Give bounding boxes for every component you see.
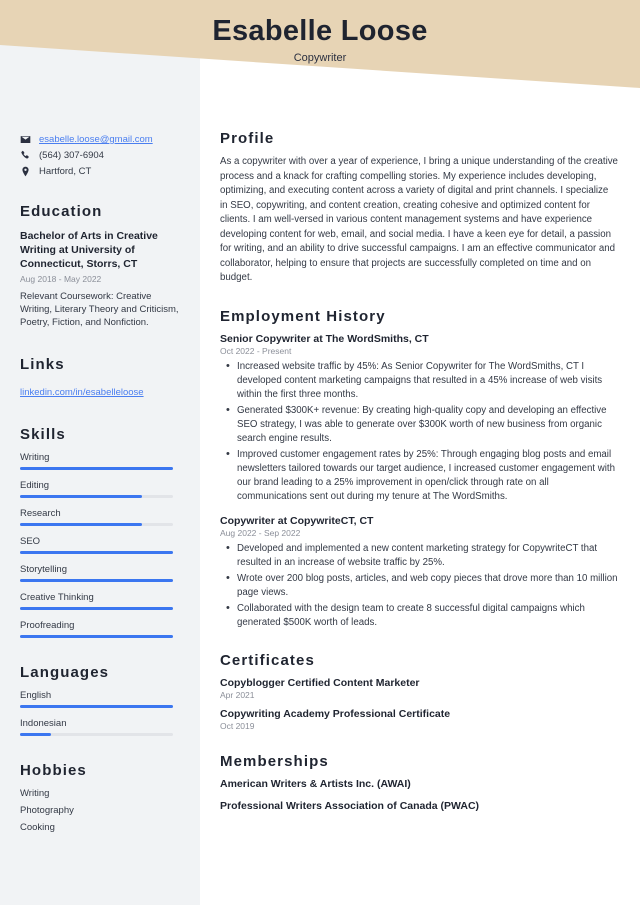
skill-item: Storytelling: [20, 564, 180, 582]
skill-item: Editing: [20, 480, 180, 498]
link-item-linkedin[interactable]: linkedin.com/in/esabelleloose: [20, 387, 144, 398]
hobby-item: Writing: [20, 787, 50, 799]
skill-level-track: [20, 550, 173, 554]
job-date: Aug 2022 - Sep 2022: [220, 527, 301, 538]
language-level-fill: [20, 732, 51, 736]
certificate-entry: Copyblogger Certified Content Marketer Ap…: [220, 677, 618, 700]
languages-list: English Indonesian: [20, 690, 180, 736]
skill-level-track: [20, 578, 173, 582]
skill-label: Creative Thinking: [20, 591, 94, 603]
contact-location-row: Hartford, CT: [20, 166, 180, 177]
profile-section: Profile As a copywriter with over a year…: [220, 130, 618, 286]
contact-phone-row: (564) 307-6904: [20, 150, 180, 161]
contact-email-row[interactable]: esabelle.loose@gmail.com: [20, 134, 180, 145]
certificate-name: Copyblogger Certified Content Marketer: [220, 676, 420, 689]
certificate-entry: Copywriting Academy Professional Certifi…: [220, 708, 618, 731]
skill-item: Writing: [20, 452, 180, 470]
profile-heading: Profile: [220, 130, 275, 147]
certificate-date: Oct 2019: [220, 720, 255, 731]
memberships-heading: Memberships: [220, 752, 329, 770]
job-bullet: Wrote over 200 blog posts, articles, and…: [220, 571, 618, 600]
skill-item: Creative Thinking: [20, 592, 180, 610]
skill-label: Writing: [20, 451, 50, 463]
language-level-track: [20, 732, 173, 736]
skill-label: Proofreading: [20, 619, 75, 631]
certificate-name: Copywriting Academy Professional Certifi…: [220, 707, 451, 720]
skill-level-track: [20, 522, 173, 526]
employment-section: Employment History Senior Copywriter at …: [220, 308, 618, 630]
skills-heading: Skills: [20, 425, 66, 443]
hobby-item: Photography: [20, 804, 74, 816]
education-date: Aug 2018 - May 2022: [20, 273, 102, 284]
language-level-track: [20, 704, 173, 708]
certificates-section: Certificates Copyblogger Certified Conte…: [220, 652, 618, 731]
contact-email-link[interactable]: esabelle.loose@gmail.com: [39, 134, 153, 145]
skill-level-track: [20, 606, 173, 610]
language-label: Indonesian: [20, 717, 67, 729]
memberships-list: American Writers & Artists Inc. (AWAI) Pr…: [220, 778, 618, 812]
skill-level-track: [20, 634, 173, 638]
job-title: Copywriter at CopywriteCT, CT: [220, 514, 374, 527]
job-bullet: Improved customer engagement rates by 25…: [220, 447, 618, 504]
skill-level-track: [20, 466, 173, 470]
links-heading: Links: [20, 355, 65, 373]
hobbies-heading: Hobbies: [20, 761, 87, 779]
main-column: Profile As a copywriter with over a year…: [200, 0, 640, 822]
jobs-list: Senior Copywriter at The WordSmiths, CT O…: [220, 333, 618, 630]
skill-level-fill: [20, 578, 173, 582]
education-entry: Bachelor of Arts in Creative Writing at …: [20, 229, 180, 330]
skill-item: Proofreading: [20, 620, 180, 638]
language-item: Indonesian: [20, 718, 180, 736]
employment-heading: Employment History: [220, 307, 386, 325]
certificate-date: Apr 2021: [220, 689, 255, 700]
certificates-heading: Certificates: [220, 651, 315, 669]
membership-item: Professional Writers Association of Cana…: [220, 799, 480, 812]
job-bullet: Generated $300K+ revenue: By creating hi…: [220, 403, 618, 446]
languages-heading: Languages: [20, 663, 110, 681]
job-title: Senior Copywriter at The WordSmiths, CT: [220, 332, 429, 345]
membership-item: American Writers & Artists Inc. (AWAI): [220, 777, 411, 790]
skill-level-fill: [20, 634, 173, 638]
skill-label: Research: [20, 507, 61, 519]
certificates-list: Copyblogger Certified Content Marketer Ap…: [220, 677, 618, 731]
language-item: English: [20, 690, 180, 708]
contact-block: esabelle.loose@gmail.com (564) 307-6904 …: [20, 134, 180, 177]
job-bullet-list: Increased website traffic by 45%: As Sen…: [220, 359, 618, 505]
envelope-icon: [20, 134, 34, 145]
job-bullet: Increased website traffic by 45%: As Sen…: [220, 359, 618, 402]
language-level-fill: [20, 704, 173, 708]
skills-list: Writing Editing Research SEO Storytelling Cre…: [20, 452, 180, 638]
education-description: Relevant Coursework: Creative Writing, L…: [20, 290, 179, 329]
skill-level-fill: [20, 606, 173, 610]
skill-label: Storytelling: [20, 563, 67, 575]
hobby-item: Cooking: [20, 821, 55, 833]
language-label: English: [20, 689, 52, 701]
job-entry: Copywriter at CopywriteCT, CT Aug 2022 - …: [220, 515, 618, 630]
job-entry: Senior Copywriter at The WordSmiths, CT O…: [220, 333, 618, 505]
skill-item: Research: [20, 508, 180, 526]
skill-label: SEO: [20, 535, 41, 547]
memberships-section: Memberships American Writers & Artists I…: [220, 753, 618, 812]
contact-phone-text: (564) 307-6904: [39, 150, 104, 161]
skill-item: SEO: [20, 536, 180, 554]
job-bullet: Collaborated with the design team to cre…: [220, 601, 618, 630]
profile-text: As a copywriter with over a year of expe…: [220, 156, 618, 284]
education-degree: Bachelor of Arts in Creative Writing at …: [20, 230, 158, 271]
job-bullet: Developed and implemented a new content …: [220, 541, 618, 570]
skill-level-fill: [20, 466, 173, 470]
education-heading: Education: [20, 203, 103, 220]
phone-icon: [20, 150, 34, 161]
job-bullet-list: Developed and implemented a new content …: [220, 541, 618, 630]
hobbies-list: Writing Photography Cooking: [20, 788, 180, 833]
skill-level-fill: [20, 522, 143, 526]
resume-page: Esabelle Loose Copywriter esabelle.loose…: [0, 0, 640, 905]
map-pin-icon: [20, 166, 34, 177]
skill-level-track: [20, 494, 173, 498]
skill-level-fill: [20, 494, 143, 498]
skill-level-fill: [20, 550, 173, 554]
job-date: Oct 2022 - Present: [220, 345, 292, 356]
contact-location-text: Hartford, CT: [39, 166, 92, 177]
skill-label: Editing: [20, 479, 50, 491]
sidebar: esabelle.loose@gmail.com (564) 307-6904 …: [0, 0, 200, 839]
